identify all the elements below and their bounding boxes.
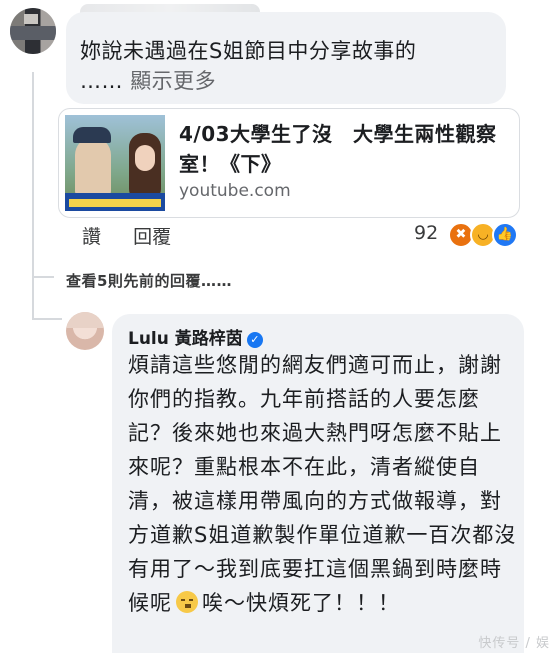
avatar[interactable] [66, 312, 104, 350]
avatar[interactable] [10, 8, 56, 54]
thread-connector [32, 276, 54, 278]
sigh-emoji-icon [176, 591, 198, 613]
reaction-count[interactable]: 92 [414, 222, 438, 244]
verified-icon: ✓ [246, 332, 263, 348]
thread-line [32, 72, 34, 320]
link-domain: youtube.com [179, 181, 291, 201]
thread-connector [32, 318, 62, 320]
reply-button[interactable]: 回覆 [133, 226, 171, 248]
reply-text: 煩請這些悠閒的網友們適可而止，謝謝你們的指教。九年前搭話的人要怎麼記？後來她也來… [128, 353, 517, 615]
link-title[interactable]: 4/03大學生了沒 大學生兩性觀察室！《下》 [179, 119, 509, 179]
comment-actions: 讚 回覆 [82, 222, 197, 249]
comment-text: 妳說未遇過在S姐節目中分享故事的 …… 顯示更多 [80, 39, 417, 93]
reply-bubble: Lulu 黃路梓茵 ✓ 煩請這些悠閒的網友們適可而止，謝謝你們的指教。九年前搭話的… [112, 314, 524, 653]
reply-author[interactable]: Lulu 黃路梓茵 ✓ [128, 324, 263, 349]
view-previous-replies[interactable]: 查看5則先前的回覆…… [66, 270, 232, 291]
link-preview-card[interactable]: 4/03大學生了沒 大學生兩性觀察室！《下》 youtube.com [58, 108, 520, 218]
like-icon[interactable]: 👍 [492, 222, 518, 248]
watermark: 快传号 / 娱 [478, 636, 550, 651]
like-button[interactable]: 讚 [82, 226, 101, 248]
see-more-link[interactable]: 顯示更多 [130, 69, 216, 93]
comment-bubble: 妳說未遇過在S姐節目中分享故事的 …… 顯示更多 [66, 12, 506, 104]
video-thumbnail[interactable] [65, 115, 165, 211]
